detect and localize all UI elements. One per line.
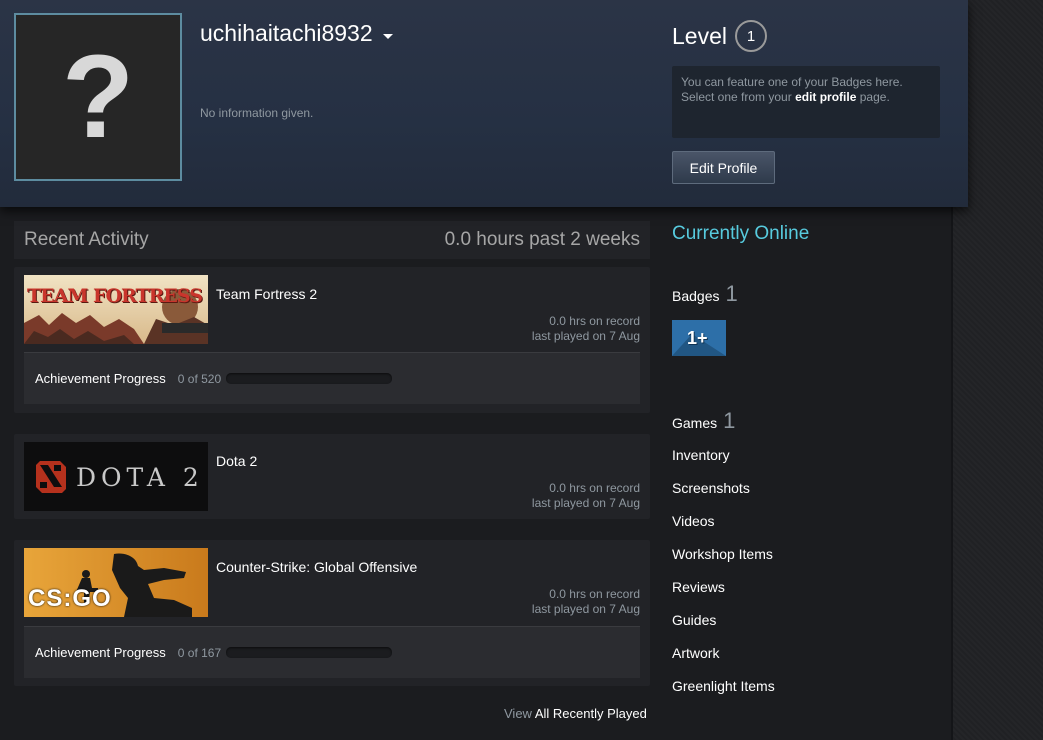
- achievement-progress[interactable]: Achievement Progress 0 of 167: [24, 626, 640, 678]
- edit-profile-button[interactable]: Edit Profile: [672, 151, 775, 184]
- all-recently-played-link[interactable]: All Recently Played: [535, 706, 647, 721]
- game-name-link[interactable]: Team Fortress 2: [216, 286, 317, 302]
- level-badge: 1: [734, 20, 767, 52]
- games-link[interactable]: Games 1: [672, 408, 735, 434]
- achievement-label: Achievement Progress: [35, 645, 166, 660]
- avatar-placeholder-icon: ?: [61, 31, 135, 163]
- game-capsule-tf2[interactable]: TEAM FORTRESS 2: [24, 275, 208, 344]
- online-status: Currently Online: [672, 223, 810, 244]
- view-all-recently-played: View All Recently Played: [504, 706, 647, 721]
- badge-icon[interactable]: 1+: [672, 320, 726, 356]
- game-last-played: last played on 7 Aug: [531, 602, 640, 616]
- videos-link[interactable]: Videos: [672, 513, 715, 529]
- badges-count: 1: [725, 281, 738, 306]
- achievement-count: 0 of 167: [177, 645, 222, 660]
- game-hours: 0.0 hrs on record: [549, 587, 640, 601]
- game-capsule-csgo[interactable]: CS:GO: [24, 548, 208, 617]
- persona-name-dropdown[interactable]: uchihaitachi8932: [200, 20, 393, 47]
- dota-capsule-text: DOTA 2: [76, 463, 204, 492]
- achievement-progress-bar: [226, 647, 393, 658]
- profile-header: ? uchihaitachi8932 No information given.…: [0, 0, 968, 207]
- game-hours: 0.0 hrs on record: [549, 314, 640, 328]
- recent-activity-header: Recent Activity 0.0 hours past 2 weeks: [14, 221, 650, 259]
- edit-profile-link[interactable]: edit profile: [795, 90, 856, 104]
- game-last-played: last played on 7 Aug: [531, 496, 640, 510]
- games-count: 1: [723, 408, 736, 433]
- achievement-count: 0 of 520: [177, 371, 222, 386]
- badges-label: Badges: [672, 288, 720, 304]
- badge-icon-text: 1+: [687, 328, 708, 348]
- recent-activity-title: Recent Activity: [24, 229, 149, 250]
- featured-badge-text-3: page.: [859, 90, 890, 104]
- chevron-down-icon: [382, 34, 393, 39]
- artwork-link[interactable]: Artwork: [672, 645, 719, 661]
- avatar[interactable]: ?: [14, 13, 182, 181]
- game-hours: 0.0 hrs on record: [549, 481, 640, 495]
- game-stats: 0.0 hrs on record last played on 7 Aug: [532, 481, 640, 511]
- recent-activity-hours: 0.0 hours past 2 weeks: [444, 229, 640, 250]
- recent-game-dota2: DOTA 2 Dota 2 0.0 hrs on record last pla…: [14, 434, 650, 519]
- workshop-items-link[interactable]: Workshop Items: [672, 546, 773, 562]
- achievement-progress-bar: [226, 373, 393, 384]
- recent-game-csgo: CS:GO Counter-Strike: Global Offensive 0…: [14, 540, 650, 686]
- view-prefix: View: [504, 706, 532, 721]
- game-name-link[interactable]: Counter-Strike: Global Offensive: [216, 559, 417, 575]
- game-name-link[interactable]: Dota 2: [216, 453, 257, 469]
- achievement-progress[interactable]: Achievement Progress 0 of 520: [24, 352, 640, 404]
- featured-badge-box: You can feature one of your Badges here.…: [672, 66, 940, 138]
- game-stats: 0.0 hrs on record last played on 7 Aug: [532, 587, 640, 617]
- game-capsule-dota2[interactable]: DOTA 2: [24, 442, 208, 511]
- screenshots-link[interactable]: Screenshots: [672, 480, 750, 496]
- game-last-played: last played on 7 Aug: [531, 329, 640, 343]
- achievement-label: Achievement Progress: [35, 371, 166, 386]
- profile-level: Level 1: [672, 20, 767, 52]
- featured-badge-text-2: Select one from your: [681, 90, 792, 104]
- level-label: Level: [672, 22, 727, 49]
- guides-link[interactable]: Guides: [672, 612, 716, 628]
- tf2-capsule-text: TEAM FORTRESS 2: [27, 285, 208, 307]
- reviews-link[interactable]: Reviews: [672, 579, 725, 595]
- inventory-link[interactable]: Inventory: [672, 447, 730, 463]
- game-stats: 0.0 hrs on record last played on 7 Aug: [532, 314, 640, 344]
- games-label: Games: [672, 415, 718, 431]
- persona-name: uchihaitachi8932: [200, 20, 373, 46]
- badges-link[interactable]: Badges 1: [672, 281, 738, 307]
- csgo-capsule-text: CS:GO: [28, 585, 112, 612]
- featured-badge-text: You can feature one of your Badges here.: [681, 75, 903, 89]
- profile-summary: No information given.: [200, 106, 314, 120]
- recent-game-tf2: TEAM FORTRESS 2 Team Fortress 2 0.0 hrs …: [14, 267, 650, 413]
- greenlight-items-link[interactable]: Greenlight Items: [672, 678, 775, 694]
